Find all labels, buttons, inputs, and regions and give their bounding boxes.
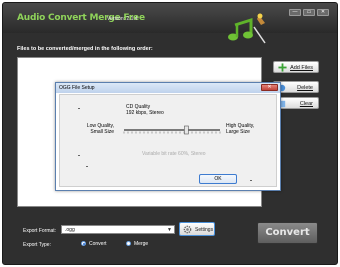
low-quality-label: Low Quality, Small Size <box>70 123 114 135</box>
low-quality-line2: Small Size <box>90 129 114 135</box>
radio-convert[interactable]: Convert <box>81 241 107 247</box>
maximize-button[interactable]: ▭ <box>303 9 315 16</box>
add-files-button[interactable]: Add Files <box>273 61 319 73</box>
version-label: Version: 2.1.4 <box>107 16 138 22</box>
slider-ticks <box>123 131 221 134</box>
high-quality-line2: Large Size <box>226 129 250 135</box>
files-list-label: Files to be converted/merged in the foll… <box>17 46 153 52</box>
dialog-body: CD Quality 192 kbps, Stereo Low Quality,… <box>59 94 277 187</box>
divider <box>78 108 80 109</box>
radio-merge-label: Merge <box>134 241 149 247</box>
convert-button[interactable]: Convert <box>257 222 318 244</box>
radio-convert-label: Convert <box>89 241 107 247</box>
minimize-button[interactable]: — <box>289 9 301 16</box>
music-notes-logo-icon <box>228 13 266 44</box>
title-bar[interactable]: Audio Convert Merge Free Version: 2.1.4 … <box>3 3 337 33</box>
radio-selected-icon <box>81 241 86 247</box>
gear-icon <box>183 225 192 234</box>
export-type-label: Export Type: <box>23 242 51 248</box>
dialog-close-button[interactable]: ✕ <box>261 84 278 91</box>
quality-slider[interactable] <box>122 125 222 135</box>
chevron-down-icon: ▼ <box>167 227 172 233</box>
plus-icon <box>278 63 287 72</box>
close-button[interactable]: ✕ <box>317 9 329 16</box>
quality-value: 192 kbps, Stereo <box>126 110 164 116</box>
bitrate-status-text: Variable bit rate 60%, Stereo <box>142 151 206 157</box>
delete-label: Delete <box>297 85 313 91</box>
divider <box>86 166 88 167</box>
divider <box>78 155 80 156</box>
export-format-select[interactable]: .ogg ▼ <box>61 225 175 234</box>
settings-button[interactable]: Settings <box>179 222 215 236</box>
export-format-label: Export Format: <box>23 228 57 234</box>
divider <box>250 180 252 181</box>
app-window: Audio Convert Merge Free Version: 2.1.4 … <box>2 2 338 265</box>
add-files-label: Add Files <box>290 65 313 71</box>
radio-unselected-icon <box>126 241 131 247</box>
radio-merge[interactable]: Merge <box>126 241 148 247</box>
slider-thumb[interactable] <box>184 125 189 135</box>
high-quality-label: High Quality, Large Size <box>226 123 270 135</box>
ogg-setup-dialog: OGG File Setup ✕ CD Quality 192 kbps, St… <box>55 82 281 191</box>
dialog-title-bar[interactable]: OGG File Setup ✕ <box>56 83 280 93</box>
clear-label: Clear <box>299 101 313 107</box>
settings-label: Settings <box>195 227 214 233</box>
ok-button[interactable]: OK <box>199 174 237 184</box>
export-format-value: .ogg <box>65 227 75 233</box>
dialog-title: OGG File Setup <box>59 85 95 91</box>
